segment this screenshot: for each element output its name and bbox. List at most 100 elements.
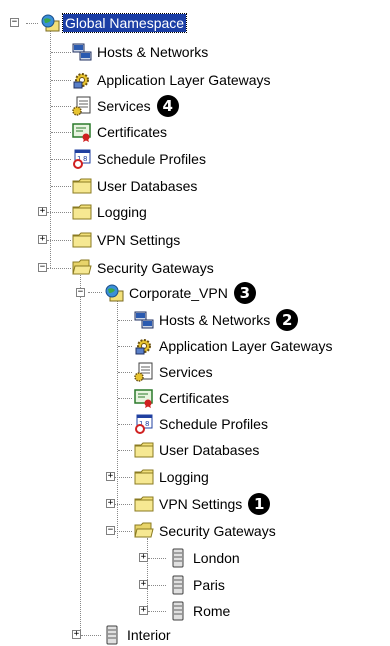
tree-item-label: Rome <box>193 603 231 619</box>
tree-item-global-schedule-profiles[interactable]: 18 Schedule Profiles <box>72 149 208 169</box>
expand-toggle[interactable]: + <box>106 499 115 508</box>
tree-line <box>117 300 118 538</box>
tree-line <box>51 106 71 107</box>
callout-badge: 4 <box>156 95 179 117</box>
tree-line <box>81 635 101 636</box>
collapse-toggle[interactable]: − <box>38 263 47 272</box>
tree-item-label: Logging <box>159 469 209 485</box>
callout-badge: 2 <box>276 309 299 331</box>
collapse-toggle[interactable]: − <box>106 526 115 535</box>
tree-item-corporate-vpn[interactable]: Corporate_VPN 3 <box>104 282 256 304</box>
folder-icon <box>72 176 92 196</box>
tree-item-label: Paris <box>193 577 225 593</box>
services-icon <box>72 96 92 116</box>
server-icon <box>102 625 122 645</box>
expand-toggle[interactable]: + <box>72 630 81 639</box>
tree-item-corp-security-gateways[interactable]: Security Gateways <box>134 521 278 541</box>
tree-item-global-certificates[interactable]: Certificates <box>72 122 169 142</box>
folder-open-icon <box>72 258 92 278</box>
tree-item-global-logging[interactable]: Logging <box>72 202 149 222</box>
tree-item-label: VPN Settings <box>159 496 243 512</box>
folder-icon <box>134 494 154 514</box>
alg-icon <box>72 70 92 90</box>
tree-item-label: Hosts & Networks <box>159 312 271 328</box>
tree-line <box>47 212 71 213</box>
tree-item-global-services[interactable]: Services 4 <box>72 95 179 117</box>
tree-item-label: Services <box>159 364 213 380</box>
expand-toggle[interactable]: + <box>106 472 115 481</box>
tree-line <box>26 23 38 24</box>
namespace-tree: − Global Namespace Hosts & Networks Appl… <box>0 0 390 646</box>
tree-line <box>115 477 132 478</box>
tree-line <box>115 504 132 505</box>
callout-badge: 1 <box>248 493 271 515</box>
tree-item-corp-schedule-profiles[interactable]: 18 Schedule Profiles <box>134 414 270 434</box>
tree-item-global-namespace[interactable]: Global Namespace <box>40 13 188 33</box>
tree-item-gateway-london[interactable]: London <box>168 548 242 568</box>
tree-line <box>51 159 71 160</box>
hosts-networks-icon <box>134 310 154 330</box>
certificate-icon <box>72 122 92 142</box>
folder-icon <box>72 230 92 250</box>
tree-item-interior[interactable]: Interior <box>102 625 173 645</box>
collapse-toggle[interactable]: − <box>10 18 19 27</box>
tree-item-label: Application Layer Gateways <box>159 338 333 354</box>
tree-line <box>51 132 71 133</box>
tree-item-label: Certificates <box>97 124 168 140</box>
tree-item-label: Application Layer Gateways <box>97 72 271 88</box>
tree-line <box>115 531 132 532</box>
tree-item-global-vpn-settings[interactable]: VPN Settings <box>72 230 182 250</box>
expand-toggle[interactable]: + <box>139 553 148 562</box>
server-icon <box>168 548 188 568</box>
tree-line <box>50 30 51 268</box>
tree-line <box>148 558 166 559</box>
tree-line <box>118 424 132 425</box>
tree-line <box>118 398 132 399</box>
tree-item-label: Security Gateways <box>97 260 214 276</box>
tree-item-global-security-gateways[interactable]: Security Gateways <box>72 258 216 278</box>
expand-toggle[interactable]: + <box>38 235 47 244</box>
tree-line <box>51 186 71 187</box>
tree-item-corp-user-databases[interactable]: User Databases <box>134 440 261 460</box>
tree-item-global-user-databases[interactable]: User Databases <box>72 176 199 196</box>
tree-item-label: VPN Settings <box>97 232 181 248</box>
tree-item-label: Schedule Profiles <box>159 416 268 432</box>
tree-line <box>148 611 166 612</box>
tree-item-label: Certificates <box>159 390 230 406</box>
tree-item-corp-logging[interactable]: Logging <box>134 467 211 487</box>
tree-line <box>80 268 81 638</box>
tree-item-corp-hosts-networks[interactable]: Hosts & Networks 2 <box>134 309 299 331</box>
tree-item-corp-vpn-settings[interactable]: VPN Settings 1 <box>134 493 271 515</box>
tree-item-corp-services[interactable]: Services <box>134 362 215 382</box>
alg-icon <box>134 336 154 356</box>
tree-item-label: User Databases <box>159 442 260 458</box>
namespace-globe-icon <box>104 283 124 303</box>
tree-item-label: Security Gateways <box>159 523 276 539</box>
tree-line <box>47 268 71 269</box>
expand-toggle[interactable]: + <box>139 606 148 615</box>
tree-item-label: Hosts & Networks <box>97 44 209 60</box>
tree-item-gateway-paris[interactable]: Paris <box>168 575 227 595</box>
schedule-icon: 18 <box>72 149 92 169</box>
server-icon <box>168 601 188 621</box>
tree-line <box>47 240 71 241</box>
tree-line <box>148 585 166 586</box>
tree-line <box>118 320 132 321</box>
tree-item-global-alg[interactable]: Application Layer Gateways <box>72 70 273 90</box>
tree-item-label: Interior <box>127 627 171 643</box>
expand-toggle[interactable]: + <box>38 207 47 216</box>
collapse-toggle[interactable]: − <box>76 288 85 297</box>
tree-line <box>147 538 148 610</box>
schedule-icon: 18 <box>134 414 154 434</box>
tree-item-global-hosts-networks[interactable]: Hosts & Networks <box>72 42 210 62</box>
svg-text:8: 8 <box>145 420 149 428</box>
tree-item-label: Services <box>97 98 151 114</box>
tree-item-corp-alg[interactable]: Application Layer Gateways <box>134 336 335 356</box>
certificate-icon <box>134 388 154 408</box>
expand-toggle[interactable]: + <box>139 580 148 589</box>
tree-item-gateway-rome[interactable]: Rome <box>168 601 232 621</box>
tree-item-label: Corporate_VPN <box>129 285 228 301</box>
services-icon <box>134 362 154 382</box>
folder-icon <box>134 467 154 487</box>
tree-item-corp-certificates[interactable]: Certificates <box>134 388 231 408</box>
